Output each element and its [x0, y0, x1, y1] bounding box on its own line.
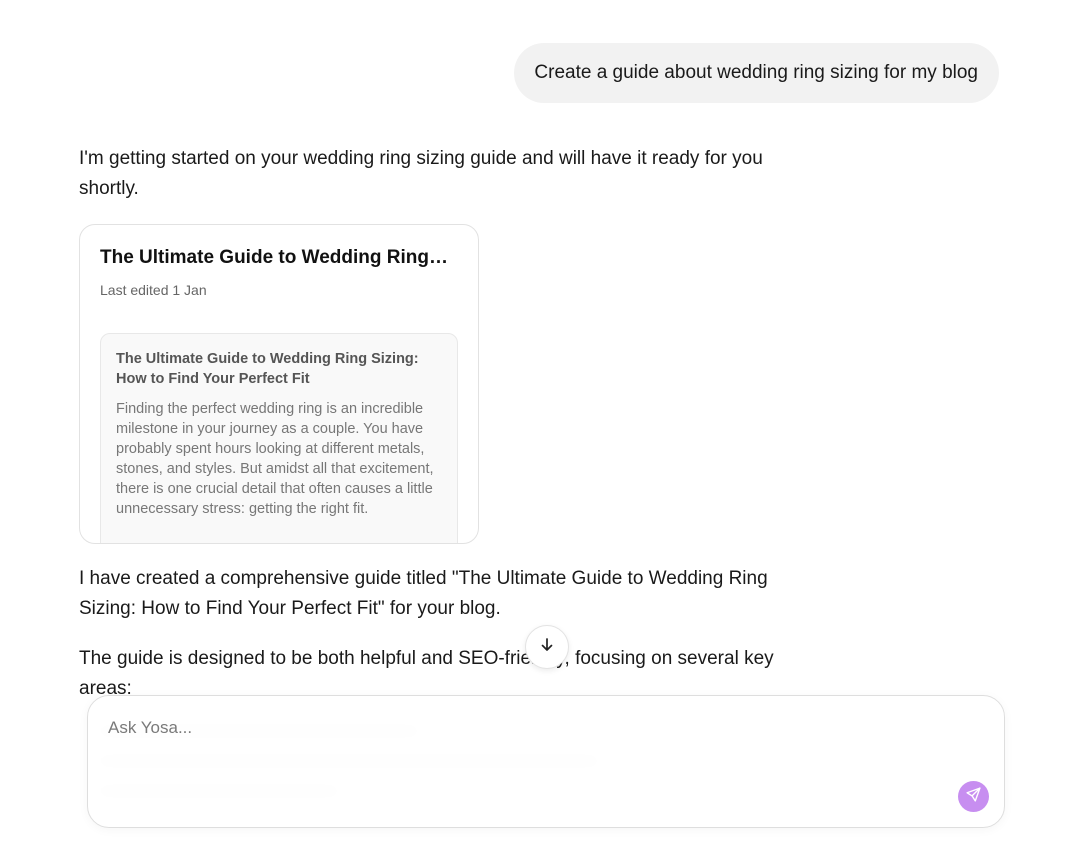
- document-preview: The Ultimate Guide to Wedding Ring Sizin…: [100, 333, 458, 543]
- document-title: The Ultimate Guide to Wedding Ring Sizin…: [100, 247, 450, 268]
- scroll-down-button[interactable]: [525, 625, 569, 669]
- user-message-bubble: Create a guide about wedding ring sizing…: [514, 43, 999, 103]
- document-preview-heading: The Ultimate Guide to Wedding Ring Sizin…: [116, 351, 419, 387]
- assistant-summary-text: I have created a comprehensive guide tit…: [79, 568, 768, 619]
- assistant-message: I'm getting started on your wedding ring…: [79, 144, 799, 704]
- arrow-down-icon: [539, 637, 555, 658]
- message-composer: [87, 695, 1005, 828]
- send-button[interactable]: [958, 781, 989, 812]
- document-preview-body: Finding the perfect wedding ring is an i…: [116, 401, 434, 517]
- assistant-intro-text: I'm getting started on your wedding ring…: [79, 148, 763, 199]
- chat-page: Create a guide about wedding ring sizing…: [0, 0, 1066, 849]
- user-message-text: Create a guide about wedding ring sizing…: [534, 62, 978, 83]
- send-icon: [965, 786, 982, 808]
- document-card[interactable]: The Ultimate Guide to Wedding Ring Sizin…: [79, 224, 479, 544]
- document-edited-timestamp: Last edited 1 Jan: [100, 282, 207, 298]
- message-input[interactable]: [108, 718, 928, 738]
